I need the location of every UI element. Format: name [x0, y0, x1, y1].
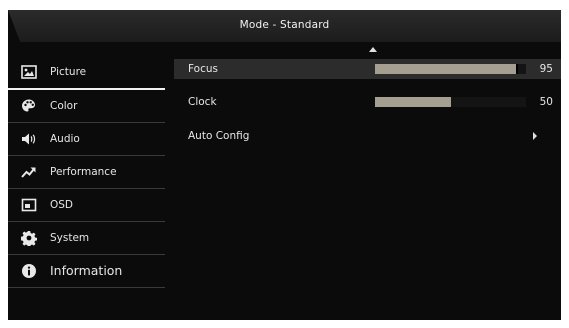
info-icon: [20, 262, 38, 280]
clock-slider[interactable]: [375, 97, 526, 107]
sidebar-item-color[interactable]: Color: [8, 89, 165, 123]
setting-label: Focus: [188, 63, 218, 75]
sidebar-item-label: Audio: [50, 132, 80, 145]
picture-icon: [20, 63, 38, 81]
setting-row-focus[interactable]: Focus 95: [174, 59, 561, 79]
mode-title: Mode - Standard: [239, 19, 330, 31]
palette-icon: [20, 97, 38, 115]
sidebar-item-label: System: [50, 231, 90, 244]
osd-window-icon: [20, 196, 38, 214]
sidebar-item-picture[interactable]: Picture: [8, 55, 165, 90]
trend-up-icon: [20, 163, 38, 181]
sidebar-item-label: Information: [50, 263, 123, 278]
sidebar-item-audio[interactable]: Audio: [8, 122, 165, 156]
sidebar-item-label: Color: [50, 99, 78, 112]
scroll-up-arrow-icon[interactable]: [369, 47, 377, 52]
slider-fill: [375, 64, 519, 74]
submenu-arrow-icon[interactable]: [533, 132, 537, 140]
setting-row-clock[interactable]: Clock 50: [174, 92, 561, 112]
sidebar: Picture Color Audio Performance OSD Syst…: [8, 55, 165, 305]
osd-header: Mode - Standard: [8, 10, 561, 42]
slider-fill: [375, 97, 451, 107]
speaker-icon: [20, 130, 38, 148]
sidebar-item-label: Picture: [50, 65, 87, 78]
setting-label: Clock: [188, 96, 217, 108]
sidebar-item-performance[interactable]: Performance: [8, 155, 165, 189]
sidebar-item-osd[interactable]: OSD: [8, 188, 165, 222]
sidebar-item-system[interactable]: System: [8, 221, 165, 255]
osd-menu: Mode - Standard Picture Color Audio Perf…: [8, 10, 561, 320]
gear-icon: [20, 229, 38, 247]
slider-thumb[interactable]: [516, 64, 519, 74]
sidebar-item-information[interactable]: Information: [8, 254, 165, 288]
setting-value: 50: [539, 96, 553, 108]
setting-label: Auto Config: [188, 130, 250, 142]
sidebar-item-label: OSD: [50, 198, 74, 211]
setting-value: 95: [539, 63, 553, 75]
sidebar-item-label: Performance: [50, 165, 117, 178]
focus-slider[interactable]: [375, 64, 526, 74]
setting-row-auto-config[interactable]: Auto Config: [174, 126, 561, 146]
